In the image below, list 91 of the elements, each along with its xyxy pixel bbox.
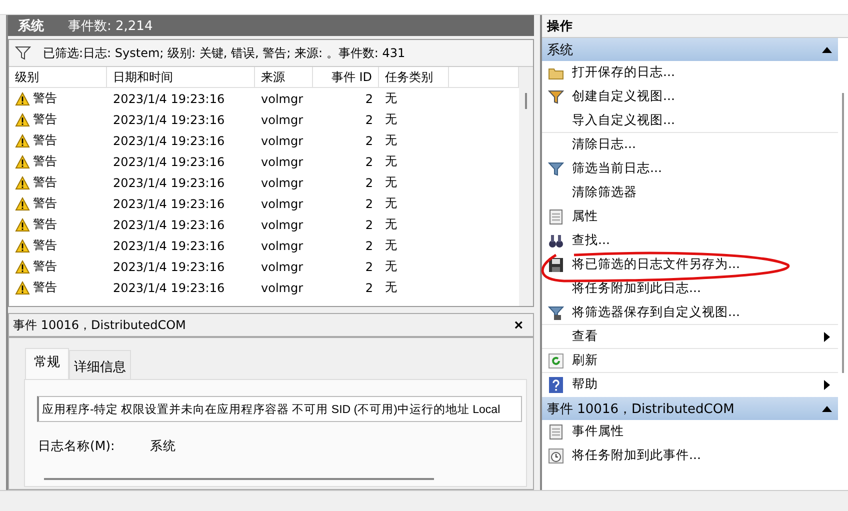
warning-icon	[15, 280, 30, 294]
warning-icon	[15, 218, 30, 232]
table-cell-text: 无	[384, 111, 398, 128]
table-cell-text: 2023/1/4 19:23:16	[112, 238, 226, 254]
level-text: 警告	[33, 90, 57, 107]
table-cell-text: 2023/1/4 19:23:16	[112, 258, 226, 276]
table-cell-text: 2023/1/4 19:23:16	[112, 112, 226, 128]
table-cell-text: volmgr	[260, 154, 304, 170]
column-header[interactable]: 来源	[255, 67, 313, 88]
scrollbar[interactable]	[519, 67, 533, 306]
table-cell-text: volmgr	[260, 258, 304, 276]
actions-title: 操作	[542, 15, 848, 38]
table-cell-text: 2	[364, 238, 374, 254]
log-name: 系统	[18, 18, 44, 34]
table-cell-text: 2023/1/4 19:23:16	[112, 132, 226, 150]
table-cell-text: 2	[364, 154, 374, 170]
table-cell-text: 2	[364, 112, 374, 128]
help-icon	[548, 376, 564, 392]
table-cell-text: 2023/1/4 19:23:16	[112, 196, 226, 212]
warning-icon	[15, 134, 30, 148]
level-text: 警告	[33, 174, 57, 191]
filter-icon	[15, 46, 31, 60]
level-text: 警告	[33, 258, 57, 275]
description-field[interactable]: 应用程序-特定 权限设置并未向在应用程序容器 不可用 SID (不可用)中运行的地址 Local	[37, 396, 522, 422]
table-cell-text: 无	[384, 174, 398, 191]
warning-icon	[15, 260, 30, 274]
table-cell-text: 无	[384, 258, 398, 275]
table-cell-text: volmgr	[260, 216, 304, 234]
close-button[interactable]: ×	[512, 316, 525, 334]
section-header[interactable]: 事件 10016，DistributedCOM	[542, 397, 838, 420]
section-header[interactable]: 系统	[542, 38, 838, 61]
tab[interactable]: 详细信息	[69, 350, 131, 379]
warning-icon	[15, 92, 30, 106]
table-cell-text: volmgr	[260, 112, 304, 128]
binoculars-icon	[548, 232, 564, 248]
column-header[interactable]: 级别	[9, 67, 107, 88]
tab[interactable]: 常规	[25, 348, 69, 379]
table-cell-text: 2	[364, 196, 374, 212]
level-text: 警告	[33, 153, 57, 170]
filter-icon	[548, 304, 564, 320]
table-cell-text: 无	[384, 90, 398, 107]
event-title: 事件 10016，DistributedCOM	[13, 316, 186, 334]
warning-icon	[15, 238, 30, 252]
table-cell-text: 无	[384, 153, 398, 170]
table-cell-text: 2023/1/4 19:23:16	[112, 90, 226, 108]
table-cell-text: 2023/1/4 19:23:16	[112, 280, 226, 296]
properties-icon	[548, 424, 564, 440]
warning-icon	[15, 196, 30, 210]
field-value: 系统	[150, 438, 176, 455]
level-text: 警告	[33, 132, 57, 149]
table-cell-text: volmgr	[260, 196, 304, 212]
table-cell-text: 无	[384, 195, 398, 212]
table-cell-text: volmgr	[260, 238, 304, 254]
clock-icon	[548, 448, 564, 464]
filter-summary: 已筛选:日志: System; 级别: 关键, 错误, 警告; 来源: 。事件数: 431	[43, 44, 406, 62]
table-cell-text: volmgr	[260, 90, 304, 108]
scrollbar[interactable]	[44, 478, 434, 480]
table-cell-text: 2023/1/4 19:23:16	[112, 174, 226, 192]
warning-icon	[15, 176, 30, 190]
level-text: 警告	[33, 195, 57, 212]
table-cell-text: 无	[384, 237, 398, 254]
table-cell-text: 无	[384, 216, 398, 233]
level-text: 警告	[33, 111, 57, 128]
filter-icon	[548, 88, 564, 104]
table-cell-text: 无	[384, 132, 398, 149]
column-header[interactable]: 事件 ID	[313, 67, 379, 88]
level-text: 警告	[33, 216, 57, 233]
table-cell-text: 2	[364, 174, 374, 192]
level-text: 警告	[33, 279, 57, 296]
table-cell-text: 2	[364, 90, 374, 108]
table-cell-text: 2	[364, 280, 374, 296]
column-header[interactable]: 任务类别	[379, 67, 449, 88]
column-header[interactable]: 日期和时间	[107, 67, 255, 88]
properties-icon	[548, 208, 564, 224]
table-cell-text: 2023/1/4 19:23:16	[112, 216, 226, 234]
table-cell-text: 2	[364, 216, 374, 234]
warning-icon	[15, 154, 30, 168]
table-cell-text: volmgr	[260, 174, 304, 192]
collapse-arrow-icon	[822, 46, 832, 52]
warning-icon	[15, 112, 30, 126]
table-cell-text: 2023/1/4 19:23:16	[112, 154, 226, 170]
table-cell-text: 2	[364, 258, 374, 276]
event-count: 事件数: 2,214	[68, 18, 153, 34]
table-cell-text: 2	[364, 132, 374, 150]
refresh-icon	[548, 352, 564, 368]
filter-icon	[548, 160, 564, 176]
table-cell-text: 无	[384, 279, 398, 296]
level-text: 警告	[33, 237, 57, 254]
table-cell-text: volmgr	[260, 280, 304, 296]
table-cell-text: volmgr	[260, 132, 304, 150]
collapse-arrow-icon	[822, 406, 832, 412]
